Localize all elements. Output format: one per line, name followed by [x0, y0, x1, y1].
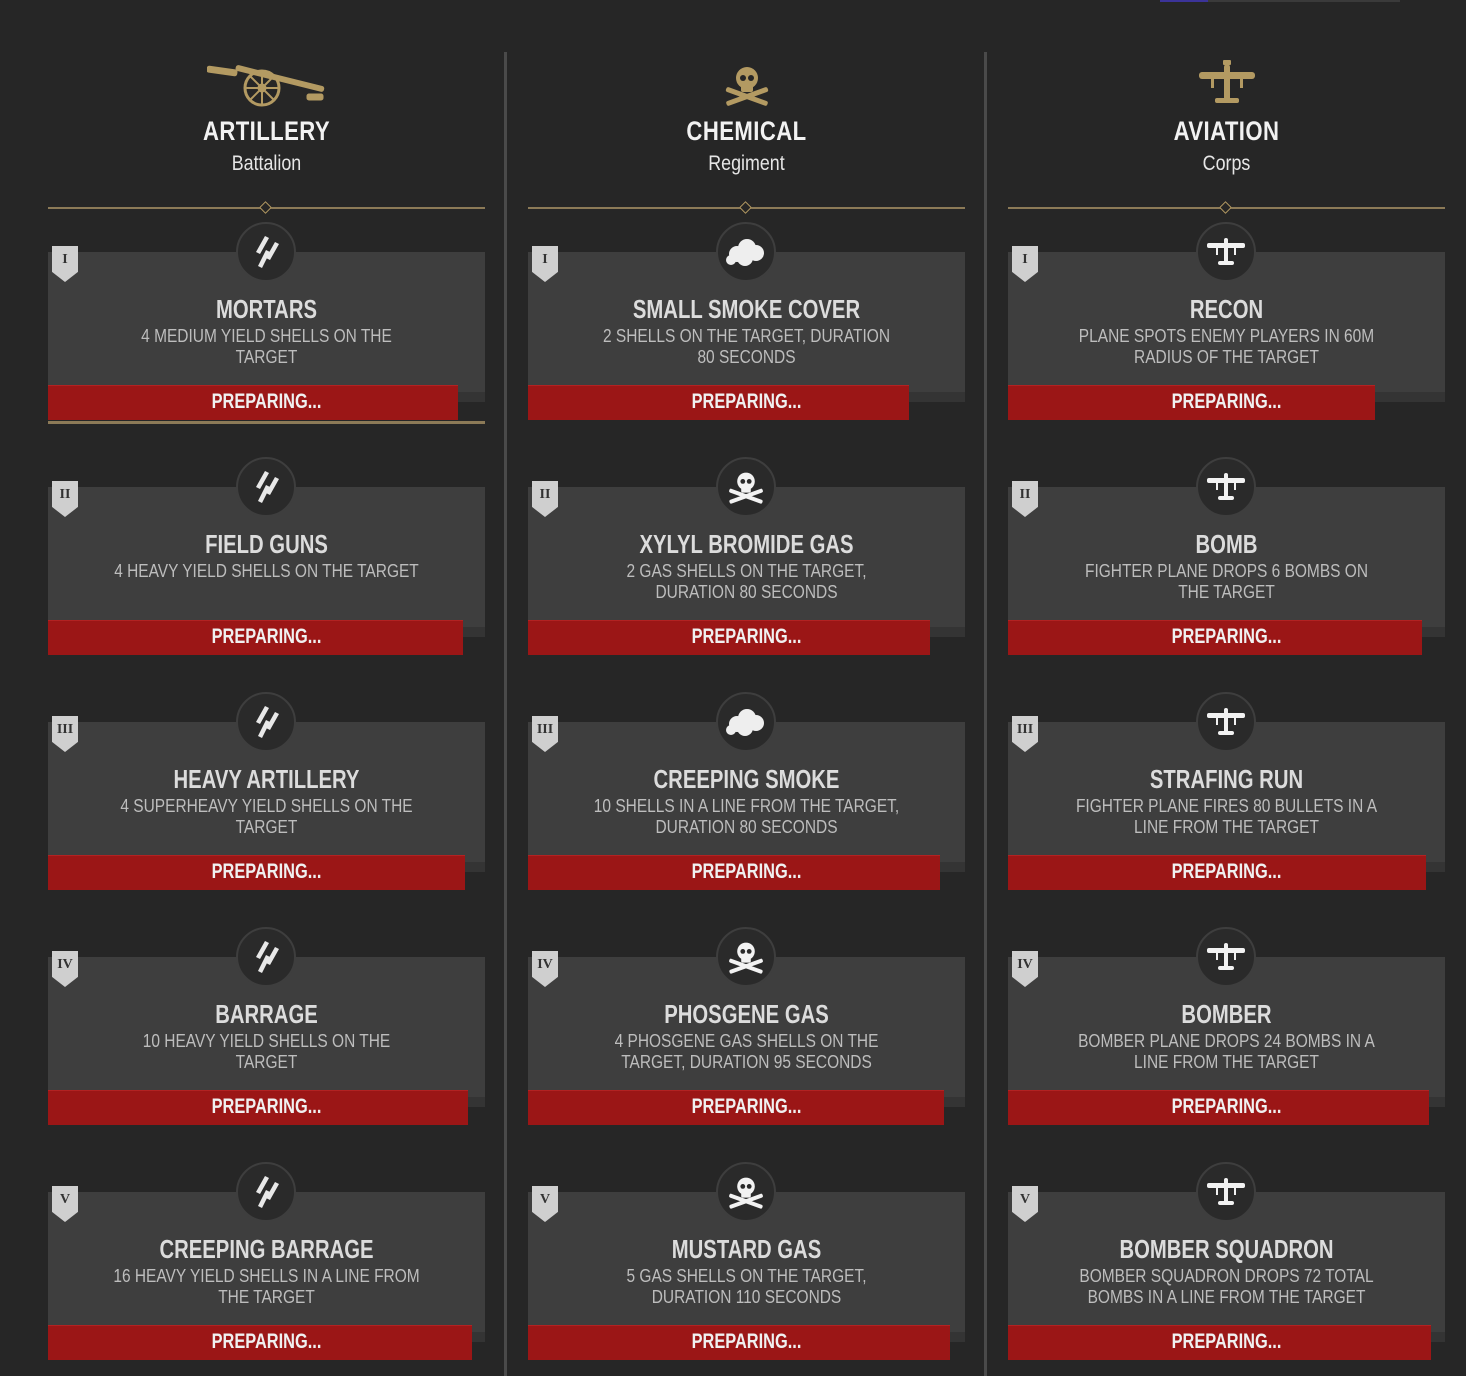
- column-title: CHEMICAL: [686, 116, 807, 146]
- ability-card-xylyl-bromide-gas[interactable]: II XYLYL BROMIDE GAS 2 GAS SHELLS ON THE…: [528, 457, 965, 655]
- ability-card-heavy-artillery[interactable]: III HEAVY ARTILLERY 4 SUPERHEAVY YIELD S…: [48, 692, 485, 890]
- status-label: PREPARING...: [211, 1095, 322, 1118]
- column-subtitle: Corps: [1202, 152, 1251, 175]
- ability-description: 10 SHELLS IN A LINE FROM THE TARGET, DUR…: [593, 796, 900, 837]
- plane-icon: [1196, 222, 1256, 282]
- status-label: PREPARING...: [691, 860, 802, 883]
- ability-description: 2 SHELLS ON THE TARGET, DURATION 80 SECO…: [602, 326, 891, 367]
- ability-description: 5 GAS SHELLS ON THE TARGET, DURATION 110…: [626, 1266, 867, 1307]
- smoke-cloud-icon: [716, 222, 776, 282]
- column-header: AVIATION Corps: [1008, 60, 1445, 190]
- ability-name: PHOSGENE GAS: [664, 999, 829, 1029]
- ability-card-bomber[interactable]: IV BOMBER BOMBER PLANE DROPS 24 BOMBS IN…: [1008, 927, 1445, 1125]
- ability-card-creeping-barrage[interactable]: V CREEPING BARRAGE 16 HEAVY YIELD SHELLS…: [48, 1162, 485, 1360]
- status-label: PREPARING...: [211, 860, 322, 883]
- ability-card-mustard-gas[interactable]: V MUSTARD GAS 5 GAS SHELLS ON THE TARGET…: [528, 1162, 965, 1360]
- shells-icon: [236, 927, 296, 987]
- skull-crossbones-icon: [716, 927, 776, 987]
- aviation-column: AVIATION Corps I RECON PLANE SPOTS ENEMY…: [1008, 0, 1445, 1376]
- status-label: PREPARING...: [1171, 390, 1282, 413]
- column-subtitle: Regiment: [708, 152, 785, 175]
- ability-card-bomber-squadron[interactable]: V BOMBER SQUADRON BOMBER SQUADRON DROPS …: [1008, 1162, 1445, 1360]
- biplane-icon: [1162, 60, 1292, 118]
- ability-description: 4 HEAVY YIELD SHELLS ON THE TARGET: [114, 561, 419, 581]
- ability-description: BOMBER SQUADRON DROPS 72 TOTAL BOMBS IN …: [1079, 1266, 1374, 1307]
- selected-underline: [48, 421, 485, 424]
- ability-description: FIGHTER PLANE DROPS 6 BOMBS ON THE TARGE…: [1085, 561, 1368, 602]
- ornamental-divider: [528, 201, 965, 214]
- column-subtitle: Battalion: [231, 152, 302, 175]
- status-label: PREPARING...: [691, 390, 802, 413]
- ability-card-mortars[interactable]: I MORTARS 4 MEDIUM YIELD SHELLS ON THE T…: [48, 222, 485, 424]
- shells-icon: [236, 222, 296, 282]
- ability-card-phosgene-gas[interactable]: IV PHOSGENE GAS 4 PHOSGENE GAS SHELLS ON…: [528, 927, 965, 1125]
- ability-card-small-smoke-cover[interactable]: I SMALL SMOKE COVER 2 SHELLS ON THE TARG…: [528, 222, 965, 420]
- column-separator: [984, 52, 987, 1376]
- status-label: PREPARING...: [1171, 1095, 1282, 1118]
- plane-icon: [1196, 457, 1256, 517]
- ability-name: BOMBER: [1181, 999, 1272, 1029]
- status-label: PREPARING...: [691, 1330, 802, 1353]
- ability-name: RECON: [1189, 294, 1264, 324]
- ability-name: BARRAGE: [215, 999, 318, 1029]
- plane-icon: [1196, 1162, 1256, 1222]
- shells-icon: [236, 692, 296, 752]
- status-label: PREPARING...: [211, 625, 322, 648]
- ornamental-divider: [48, 201, 485, 214]
- ability-name: CREEPING BARRAGE: [159, 1234, 374, 1264]
- ornamental-divider: [1008, 201, 1445, 214]
- status-label: PREPARING...: [1171, 1330, 1282, 1353]
- status-label: PREPARING...: [691, 625, 802, 648]
- column-title: AVIATION: [1173, 116, 1280, 146]
- ability-name: XYLYL BROMIDE GAS: [639, 529, 854, 559]
- ability-name: STRAFING RUN: [1149, 764, 1304, 794]
- chemical-column: CHEMICAL Regiment I SMALL SMOKE COVER 2 …: [528, 0, 965, 1376]
- ability-name: BOMB: [1195, 529, 1258, 559]
- ability-description: 4 PHOSGENE GAS SHELLS ON THE TARGET, DUR…: [614, 1031, 879, 1072]
- ability-name: HEAVY ARTILLERY: [173, 764, 360, 794]
- ability-description: 4 MEDIUM YIELD SHELLS ON THE TARGET: [141, 326, 392, 367]
- status-label: PREPARING...: [691, 1095, 802, 1118]
- ability-description: FIGHTER PLANE FIRES 80 BULLETS IN A LINE…: [1075, 796, 1378, 837]
- plane-icon: [1196, 692, 1256, 752]
- ability-name: MORTARS: [215, 294, 318, 324]
- cannon-icon: [202, 60, 332, 118]
- smoke-cloud-icon: [716, 692, 776, 752]
- ability-card-recon[interactable]: I RECON PLANE SPOTS ENEMY PLAYERS IN 60M…: [1008, 222, 1445, 420]
- shells-icon: [236, 457, 296, 517]
- ability-name: SMALL SMOKE COVER: [632, 294, 861, 324]
- shells-icon: [236, 1162, 296, 1222]
- ability-name: BOMBER SQUADRON: [1119, 1234, 1334, 1264]
- skull-crossbones-icon: [716, 457, 776, 517]
- column-title: ARTILLERY: [202, 116, 331, 146]
- ability-card-creeping-smoke[interactable]: III CREEPING SMOKE 10 SHELLS IN A LINE F…: [528, 692, 965, 890]
- ability-description: 10 HEAVY YIELD SHELLS ON THE TARGET: [142, 1031, 391, 1072]
- ability-card-barrage[interactable]: IV BARRAGE 10 HEAVY YIELD SHELLS ON THE …: [48, 927, 485, 1125]
- ability-card-bomb[interactable]: II BOMB FIGHTER PLANE DROPS 6 BOMBS ON T…: [1008, 457, 1445, 655]
- ability-name: MUSTARD GAS: [671, 1234, 822, 1264]
- status-label: PREPARING...: [211, 390, 322, 413]
- skull-crossbones-icon: [716, 1162, 776, 1222]
- artillery-column: ARTILLERY Battalion I MORTARS 4 MEDIUM Y…: [48, 0, 485, 1376]
- ability-description: 16 HEAVY YIELD SHELLS IN A LINE FROM THE…: [113, 1266, 420, 1307]
- status-label: PREPARING...: [211, 1330, 322, 1353]
- ability-name: CREEPING SMOKE: [653, 764, 840, 794]
- ability-description: 4 SUPERHEAVY YIELD SHELLS ON THE TARGET: [120, 796, 413, 837]
- column-separator: [504, 52, 507, 1376]
- status-label: PREPARING...: [1171, 625, 1282, 648]
- ability-description: PLANE SPOTS ENEMY PLAYERS IN 60M RADIUS …: [1078, 326, 1375, 367]
- ability-description: 2 GAS SHELLS ON THE TARGET, DURATION 80 …: [626, 561, 867, 602]
- column-header: ARTILLERY Battalion: [48, 60, 485, 190]
- column-header: CHEMICAL Regiment: [528, 60, 965, 190]
- status-label: PREPARING...: [1171, 860, 1282, 883]
- ability-name: FIELD GUNS: [205, 529, 328, 559]
- plane-icon: [1196, 927, 1256, 987]
- ability-card-strafing-run[interactable]: III STRAFING RUN FIGHTER PLANE FIRES 80 …: [1008, 692, 1445, 890]
- skull-crossbones-icon: [682, 60, 812, 118]
- ability-card-field-guns[interactable]: II FIELD GUNS 4 HEAVY YIELD SHELLS ON TH…: [48, 457, 485, 655]
- ability-description: BOMBER PLANE DROPS 24 BOMBS IN A LINE FR…: [1078, 1031, 1375, 1072]
